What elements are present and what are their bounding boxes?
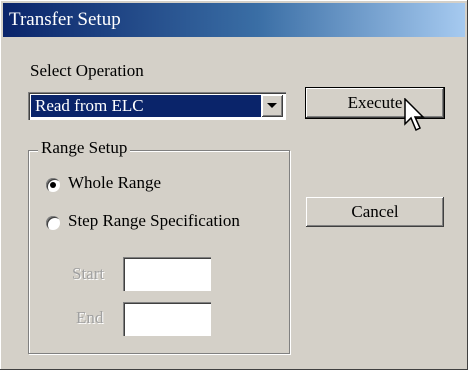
transfer-setup-dialog: Transfer Setup Select Operation Read fro… <box>0 0 468 370</box>
select-operation-label: Select Operation <box>30 61 144 80</box>
step-range-label[interactable]: Step Range Specification <box>68 211 240 231</box>
whole-range-label[interactable]: Whole Range <box>68 173 161 193</box>
start-label: Start <box>72 264 105 283</box>
start-input[interactable] <box>123 257 211 291</box>
cancel-button-label: Cancel <box>351 202 399 221</box>
end-input[interactable] <box>123 302 211 336</box>
step-range-radio[interactable] <box>46 216 60 230</box>
whole-range-radio[interactable] <box>46 178 60 192</box>
title-bar[interactable]: Transfer Setup <box>3 3 465 37</box>
radio-selected-dot <box>50 182 56 188</box>
mouse-pointer-icon <box>404 98 425 132</box>
execute-button-label: Execute <box>347 93 403 112</box>
dropdown-arrow-button[interactable] <box>262 95 283 117</box>
operation-select-value: Read from ELC <box>31 95 261 117</box>
end-label: End <box>76 308 104 327</box>
chevron-down-icon <box>267 103 277 108</box>
operation-select[interactable]: Read from ELC <box>28 92 286 120</box>
range-setup-legend: Range Setup <box>38 138 131 158</box>
window-title: Transfer Setup <box>9 9 121 30</box>
cancel-button[interactable]: Cancel <box>306 197 444 227</box>
